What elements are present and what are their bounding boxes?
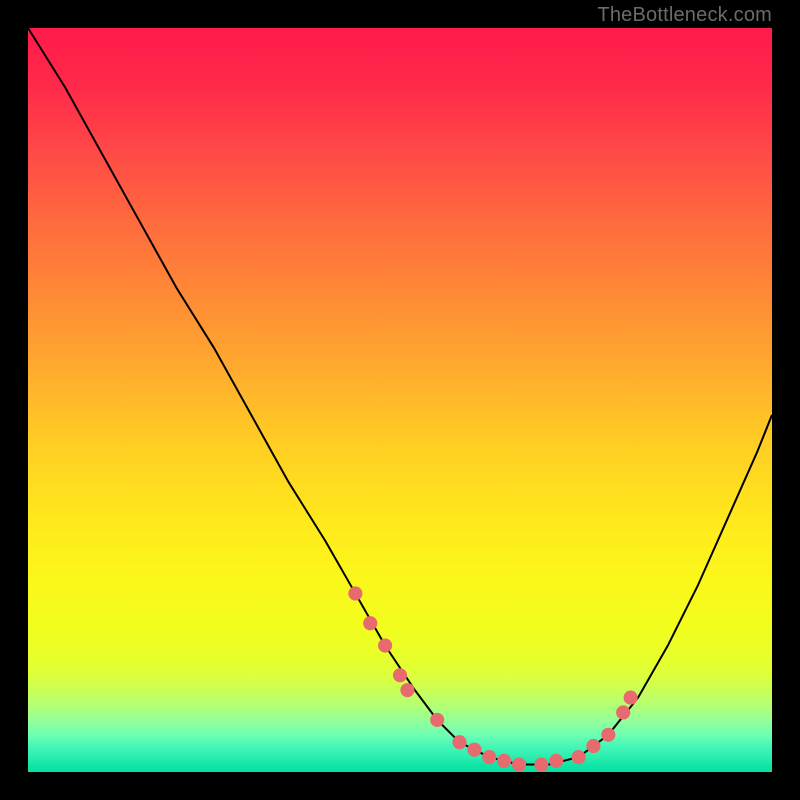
- highlight-dot: [400, 683, 414, 697]
- highlight-dot: [534, 757, 548, 771]
- highlight-dot: [549, 754, 563, 768]
- highlight-dot: [452, 735, 466, 749]
- highlight-dot: [348, 586, 362, 600]
- highlight-dot: [497, 754, 511, 768]
- curve-svg: [28, 28, 772, 772]
- highlight-dot: [571, 750, 585, 764]
- highlight-dot: [482, 750, 496, 764]
- attribution-text: TheBottleneck.com: [597, 4, 772, 27]
- highlight-dot: [616, 705, 630, 719]
- highlight-dot: [586, 739, 600, 753]
- highlight-dot: [430, 713, 444, 727]
- highlight-dot: [393, 668, 407, 682]
- highlight-dot: [624, 691, 638, 705]
- bottleneck-curve-path: [28, 28, 772, 765]
- chart-frame: TheBottleneck.com: [0, 0, 800, 800]
- highlight-dot: [601, 728, 615, 742]
- highlight-dot: [512, 757, 526, 771]
- highlight-dot: [378, 638, 392, 652]
- highlight-dot: [363, 616, 377, 630]
- gradient-plot-area: [28, 28, 772, 772]
- highlight-dots-group: [348, 586, 637, 771]
- highlight-dot: [467, 743, 481, 757]
